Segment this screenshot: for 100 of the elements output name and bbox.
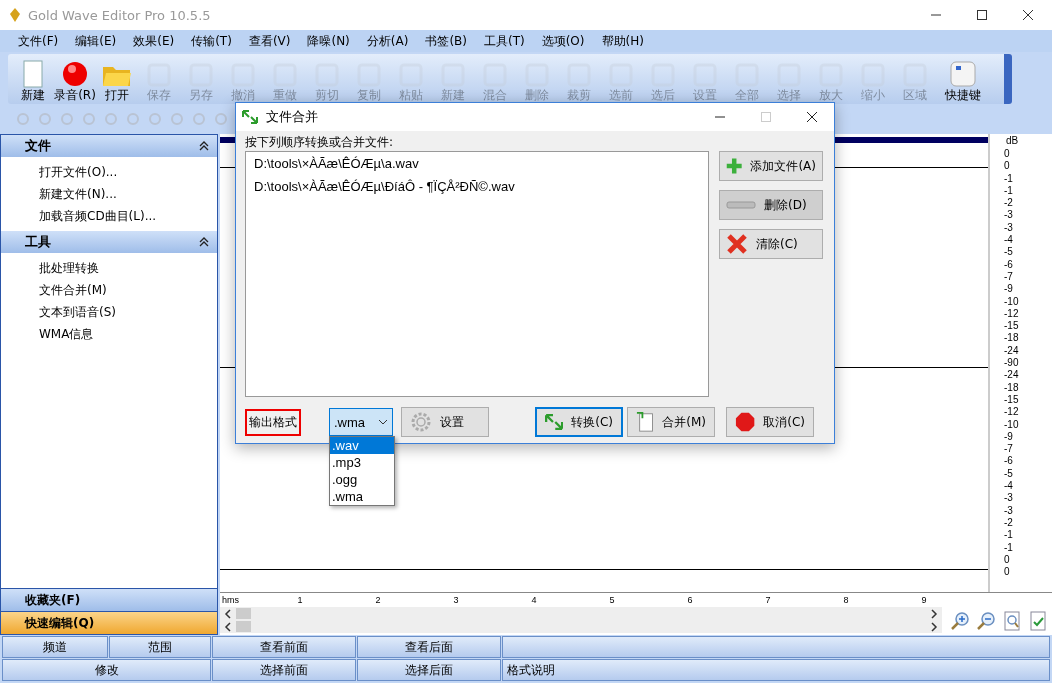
- time-label: 7: [764, 594, 772, 607]
- panel-link[interactable]: 新建文件(N)...: [39, 185, 217, 203]
- status-button[interactable]: 范围: [109, 636, 211, 658]
- menu-item[interactable]: 查看(V): [242, 32, 302, 50]
- scroll-thumb[interactable]: [236, 621, 251, 632]
- ruler-label: -9: [1003, 283, 1014, 296]
- menu-item[interactable]: 工具(T): [478, 32, 536, 50]
- status-button[interactable]: 修改: [2, 659, 211, 681]
- section-header[interactable]: 文件: [1, 135, 217, 157]
- dropdown-option[interactable]: .wma: [330, 488, 394, 505]
- arrows-icon: [545, 412, 564, 432]
- dialog-title: 文件合并: [266, 108, 318, 126]
- close-icon[interactable]: [806, 111, 818, 123]
- ruler-label: -90: [1003, 357, 1020, 370]
- tool-icon: [818, 62, 844, 88]
- zoom-fit-icon[interactable]: [1002, 611, 1022, 631]
- ruler-label: -12: [1003, 406, 1020, 419]
- menu-item[interactable]: 编辑(E): [69, 32, 128, 50]
- menu-item[interactable]: 降噪(N): [301, 32, 361, 50]
- menu-item[interactable]: 选项(O): [535, 32, 596, 50]
- panel-link[interactable]: WMA信息: [39, 325, 217, 343]
- ruler-label: -5: [1003, 246, 1014, 259]
- panel-link[interactable]: 加载音频CD曲目(L)...: [39, 207, 217, 225]
- close-icon[interactable]: [1022, 9, 1034, 21]
- ruler-label: -4: [1003, 234, 1014, 247]
- toolbar-button[interactable]: 新建: [12, 56, 54, 102]
- ruler-label: -18: [1003, 332, 1020, 345]
- app-logo-icon: [8, 6, 22, 24]
- maximize-icon[interactable]: [976, 9, 988, 21]
- menu-item[interactable]: 书签(B): [419, 32, 478, 50]
- dropdown-option[interactable]: .wav: [330, 437, 394, 454]
- status-button[interactable]: 格式说明: [502, 659, 1050, 681]
- record-icon: [61, 60, 89, 88]
- dialog-button[interactable]: 转换(C): [535, 407, 623, 437]
- menu-item[interactable]: 文件(F): [12, 32, 70, 50]
- panel-link[interactable]: 批处理转换: [39, 259, 217, 277]
- file-entry[interactable]: D:\tools\×ÀÃæ\ÊÓÆµ\a.wav: [254, 156, 700, 171]
- ruler-label: -5: [1003, 467, 1014, 480]
- ruler-label: -10: [1003, 295, 1020, 308]
- dialog-button[interactable]: 添加文件(A): [719, 151, 823, 181]
- cancel-button[interactable]: 取消(C): [726, 407, 814, 437]
- dropdown-option[interactable]: .ogg: [330, 471, 394, 488]
- menu-item[interactable]: 效果(E): [127, 32, 186, 50]
- dialog-button[interactable]: 清除(C): [719, 229, 823, 259]
- dialog-button[interactable]: 合并(M): [627, 407, 715, 437]
- ruler-label: -15: [1003, 393, 1020, 407]
- file-list[interactable]: D:\tools\×ÀÃæ\ÊÓÆµ\a.wav D:\tools\×ÀÃæ\ÊÓÆµ\ÐíáÔ - ¶ÏÇÅ²ÐÑ©.wav: [245, 151, 709, 397]
- scroll-bar[interactable]: [220, 607, 942, 620]
- time-label: 1: [296, 594, 304, 607]
- time-unit: hms: [221, 594, 240, 607]
- toolbar-button[interactable]: 录音(R): [54, 56, 96, 102]
- zoom-in-icon[interactable]: [950, 611, 970, 631]
- chevron-icon[interactable]: [199, 237, 209, 247]
- file-entry[interactable]: D:\tools\×ÀÃæ\ÊÓÆµ\ÐíáÔ - ¶ÏÇÅ²ÐÑ©.wav: [254, 179, 700, 194]
- panel-link[interactable]: 文本到语音(S): [39, 303, 217, 321]
- time-label: 4: [530, 594, 538, 607]
- status-button[interactable]: 选择前面: [212, 659, 356, 681]
- arrows-icon: [242, 110, 258, 124]
- list-label: 按下列顺序转换或合并文件:: [245, 135, 394, 149]
- menu-item[interactable]: 分析(A): [360, 32, 420, 50]
- tool-icon: [482, 62, 508, 88]
- dialog-button[interactable]: 删除(D): [719, 190, 823, 220]
- time-label: 8: [842, 594, 850, 607]
- tool-icon: [230, 62, 256, 88]
- scroll-bar[interactable]: [220, 620, 942, 633]
- toolbar-button[interactable]: 打开: [96, 56, 138, 102]
- ruler-label: -10: [1003, 418, 1020, 431]
- panel-link[interactable]: 打开文件(O)...: [39, 163, 217, 181]
- ruler-label: -15: [1003, 320, 1020, 333]
- section-title: 工具: [25, 233, 51, 251]
- menu-item[interactable]: 传输(T): [185, 32, 243, 50]
- check-document-icon[interactable]: [1028, 611, 1048, 631]
- caret-icon: [378, 419, 388, 425]
- status-button[interactable]: 查看后面: [357, 636, 501, 658]
- status-button[interactable]: 频道: [2, 636, 108, 658]
- status-button[interactable]: 选择后面: [357, 659, 501, 681]
- tool-icon: [650, 62, 676, 88]
- tool-icon: [146, 62, 172, 88]
- panel-link[interactable]: 文件合并(M): [39, 281, 217, 299]
- status-button[interactable]: 查看前面: [212, 636, 356, 658]
- settings-button[interactable]: 设置: [401, 407, 489, 437]
- menu-item[interactable]: 帮助(H): [595, 32, 655, 50]
- scroll-thumb[interactable]: [236, 608, 251, 619]
- chevron-icon[interactable]: [199, 141, 209, 151]
- ruler-label: -24: [1003, 369, 1020, 382]
- format-dropdown[interactable]: .wma: [329, 408, 393, 436]
- panel-tab[interactable]: 收藏夹(F): [1, 588, 217, 611]
- stop-icon: [735, 411, 756, 433]
- ruler-label: -24: [1003, 344, 1020, 358]
- section-header[interactable]: 工具: [1, 231, 217, 253]
- ruler-label: -1: [1003, 541, 1014, 554]
- ruler-label: -3: [1003, 221, 1014, 235]
- zoom-out-icon[interactable]: [976, 611, 996, 631]
- ruler-label: -1: [1003, 172, 1014, 185]
- dropdown-option[interactable]: .mp3: [330, 454, 394, 471]
- ruler-label: -1: [1003, 529, 1014, 542]
- tool-icon: [524, 62, 550, 88]
- tool-icon: [902, 62, 928, 88]
- panel-tab[interactable]: 快速编辑(Q): [1, 611, 217, 634]
- toolbar-button[interactable]: 快捷键: [936, 56, 990, 102]
